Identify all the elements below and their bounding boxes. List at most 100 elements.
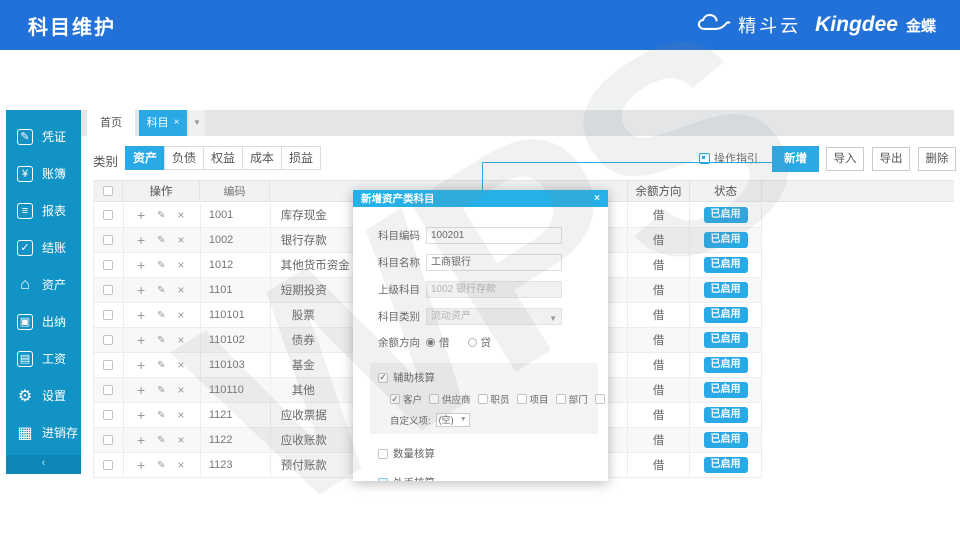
- add-child-icon[interactable]: +: [137, 457, 145, 473]
- status-badge[interactable]: 已启用: [703, 457, 748, 473]
- status-badge[interactable]: 已启用: [703, 357, 748, 373]
- edit-icon[interactable]: ✎: [157, 360, 165, 371]
- status-badge[interactable]: 已启用: [703, 407, 748, 423]
- row-checkbox[interactable]: [103, 335, 114, 345]
- row-checkbox[interactable]: [103, 310, 114, 320]
- delete-icon[interactable]: ×: [178, 283, 185, 297]
- row-checkbox[interactable]: [103, 460, 114, 470]
- delete-icon[interactable]: ×: [178, 258, 185, 272]
- row-checkbox[interactable]: [103, 285, 114, 295]
- edit-icon[interactable]: ✎: [157, 410, 165, 421]
- edit-icon[interactable]: ✎: [157, 385, 165, 396]
- row-checkbox[interactable]: [103, 235, 114, 245]
- checkbox-icon[interactable]: [429, 394, 440, 404]
- sidebar-item-inventory[interactable]: ▦ 进销存: [6, 414, 81, 451]
- sidebar-item-cashier[interactable]: ▣ 出纳: [6, 303, 81, 340]
- row-checkbox[interactable]: [103, 260, 114, 270]
- category-tab-1[interactable]: 资产: [125, 146, 165, 170]
- add-child-icon[interactable]: +: [137, 432, 145, 448]
- aux-option-供应商[interactable]: 供应商: [429, 392, 471, 406]
- category-tab-5[interactable]: 损益: [281, 146, 321, 170]
- aux-option-项目[interactable]: 项目: [516, 392, 549, 406]
- delete-icon[interactable]: ×: [178, 408, 185, 422]
- tab-home[interactable]: 首页: [87, 110, 135, 136]
- checkbox-icon[interactable]: ✓: [390, 394, 400, 404]
- add-child-icon[interactable]: +: [137, 207, 145, 223]
- sidebar-item-voucher[interactable]: ✎ 凭证: [6, 118, 81, 155]
- aux-option-存货[interactable]: 存货: [594, 392, 608, 406]
- delete-icon[interactable]: ×: [178, 458, 185, 472]
- edit-icon[interactable]: ✎: [157, 460, 165, 471]
- account-name-input[interactable]: 工商银行: [426, 254, 562, 271]
- aux-option-职员[interactable]: 职员: [477, 392, 510, 406]
- status-badge[interactable]: 已启用: [703, 307, 748, 323]
- checkbox-icon[interactable]: [516, 394, 527, 404]
- direction-radio-借[interactable]: 借: [426, 335, 450, 350]
- sidebar-item-closing[interactable]: ✓ 结账: [6, 229, 81, 266]
- delete-icon[interactable]: ×: [178, 433, 185, 447]
- row-checkbox[interactable]: [103, 360, 114, 370]
- add-child-icon[interactable]: +: [137, 407, 145, 423]
- edit-icon[interactable]: ✎: [157, 310, 165, 321]
- delete-button[interactable]: 删除: [918, 147, 956, 171]
- checkbox-icon[interactable]: [378, 448, 388, 459]
- sidebar-item-report[interactable]: ≡ 报表: [6, 192, 81, 229]
- row-checkbox[interactable]: [103, 385, 114, 395]
- add-child-icon[interactable]: +: [137, 307, 145, 323]
- status-badge[interactable]: 已启用: [703, 382, 748, 398]
- sidebar-item-ledger[interactable]: ¥ 账簿: [6, 155, 81, 192]
- delete-icon[interactable]: ×: [178, 233, 185, 247]
- category-tab-2[interactable]: 负债: [164, 146, 204, 170]
- edit-icon[interactable]: ✎: [157, 235, 165, 246]
- add-child-icon[interactable]: +: [137, 257, 145, 273]
- edit-icon[interactable]: ✎: [157, 260, 165, 271]
- status-badge[interactable]: 已启用: [703, 332, 748, 348]
- aux-option-部门[interactable]: 部门: [555, 392, 588, 406]
- account-code-input[interactable]: 100201: [426, 227, 562, 244]
- extra-check-数量核算[interactable]: 数量核算: [378, 446, 608, 461]
- row-checkbox[interactable]: [103, 210, 114, 220]
- tab-dropdown-button[interactable]: ▼: [189, 110, 205, 136]
- sidebar-item-asset[interactable]: ⌂ 资产: [6, 266, 81, 303]
- export-button[interactable]: 导出: [872, 147, 910, 171]
- row-checkbox[interactable]: [103, 435, 114, 445]
- edit-icon[interactable]: ✎: [157, 210, 165, 221]
- edit-icon[interactable]: ✎: [157, 335, 165, 346]
- add-child-icon[interactable]: +: [137, 232, 145, 248]
- operation-guide-link[interactable]: 操作指引: [699, 150, 758, 166]
- checkbox-icon[interactable]: [378, 477, 388, 481]
- modal-close-icon[interactable]: ×: [594, 193, 600, 204]
- direction-radio-贷[interactable]: 贷: [467, 335, 491, 350]
- delete-icon[interactable]: ×: [178, 308, 185, 322]
- add-child-icon[interactable]: +: [137, 282, 145, 298]
- edit-icon[interactable]: ✎: [157, 285, 165, 296]
- tab-subjects[interactable]: 科目 ×: [139, 110, 187, 136]
- status-badge[interactable]: 已启用: [703, 232, 748, 248]
- aux-accounting-checkbox[interactable]: ✓: [378, 372, 388, 383]
- row-checkbox[interactable]: [103, 410, 114, 420]
- checkbox-icon[interactable]: [555, 394, 566, 404]
- category-tab-4[interactable]: 成本: [242, 146, 282, 170]
- status-badge[interactable]: 已启用: [703, 257, 748, 273]
- add-button[interactable]: 新增: [772, 146, 819, 172]
- custom-item-select[interactable]: (空) ▼: [435, 413, 470, 427]
- sidebar-collapse-button[interactable]: ‹: [6, 455, 81, 474]
- checkbox-icon[interactable]: [477, 394, 488, 404]
- category-tab-3[interactable]: 权益: [203, 146, 243, 170]
- aux-option-客户[interactable]: ✓ 客户: [390, 392, 422, 406]
- delete-icon[interactable]: ×: [178, 333, 185, 347]
- status-badge[interactable]: 已启用: [703, 207, 748, 223]
- import-button[interactable]: 导入: [826, 147, 864, 171]
- add-child-icon[interactable]: +: [137, 382, 145, 398]
- select-all-checkbox[interactable]: [102, 186, 113, 196]
- status-badge[interactable]: 已启用: [703, 282, 748, 298]
- status-badge[interactable]: 已启用: [703, 432, 748, 448]
- edit-icon[interactable]: ✎: [157, 435, 165, 446]
- sidebar-item-payroll[interactable]: ▤ 工资: [6, 340, 81, 377]
- tab-close-icon[interactable]: ×: [174, 110, 180, 136]
- extra-check-外币核算[interactable]: 外币核算: [378, 475, 608, 481]
- add-child-icon[interactable]: +: [137, 357, 145, 373]
- delete-icon[interactable]: ×: [178, 208, 185, 222]
- add-child-icon[interactable]: +: [137, 332, 145, 348]
- delete-icon[interactable]: ×: [178, 383, 185, 397]
